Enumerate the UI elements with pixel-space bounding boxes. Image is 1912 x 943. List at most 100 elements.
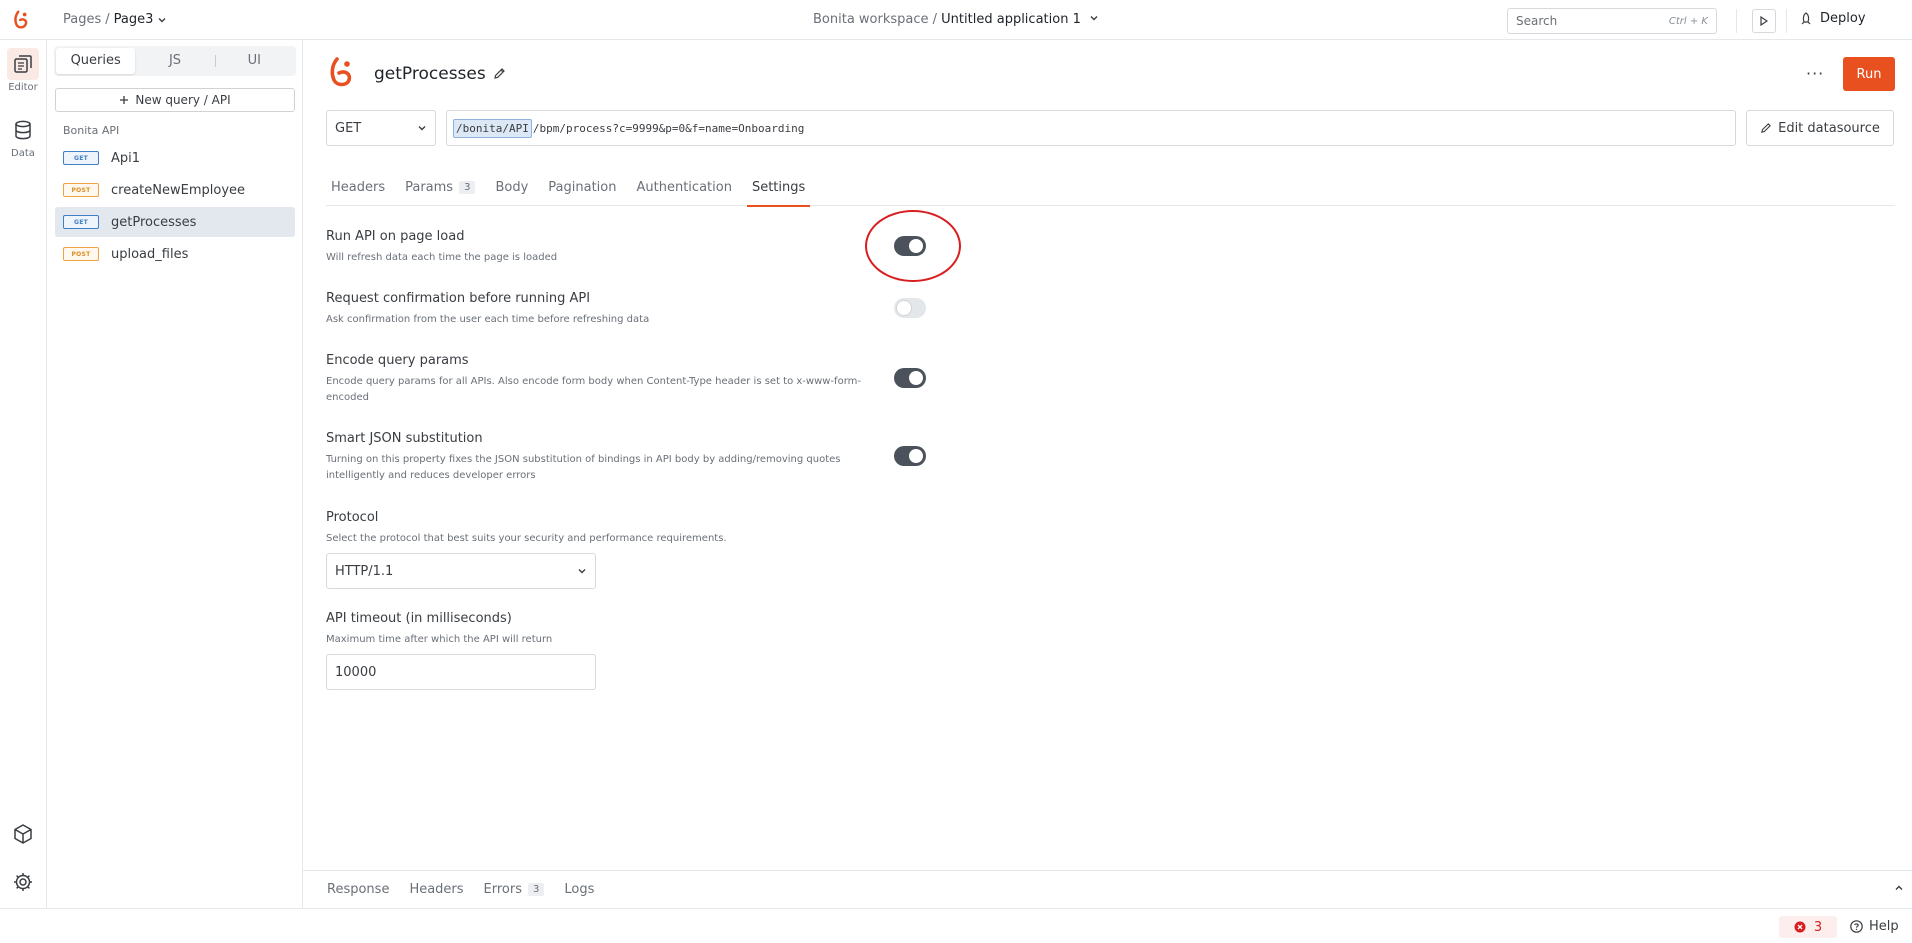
chevron-down-icon <box>418 126 426 131</box>
tab-label: Params <box>405 179 454 195</box>
play-icon <box>1760 16 1768 26</box>
tab-authentication[interactable]: Authentication <box>632 168 737 206</box>
toggle-knob <box>909 239 923 253</box>
run-button[interactable]: Run <box>1843 57 1895 91</box>
workspace-name: Bonita workspace / <box>813 12 938 27</box>
page-name: Page3 <box>113 12 154 27</box>
group-label: Bonita API <box>63 124 120 137</box>
tab-label: Body <box>495 179 529 195</box>
tab-headers[interactable]: Headers <box>326 168 390 206</box>
rail-data[interactable]: Data <box>0 114 46 159</box>
list-item[interactable]: POST upload_files <box>55 239 295 269</box>
app-name: Untitled application 1 <box>941 12 1081 27</box>
setting-smart-json: Smart JSON substitution Turning on this … <box>326 431 886 484</box>
setting-description: Encode query params for all APIs. Also e… <box>326 376 861 403</box>
setting-title: API timeout (in milliseconds) <box>326 611 512 626</box>
top-bar: Pages / Page3 Bonita workspace / Untitle… <box>0 0 1912 40</box>
search-placeholder: Search <box>1516 14 1558 28</box>
tab-ui[interactable]: UI <box>214 48 294 74</box>
setting-title: Smart JSON substitution <box>326 431 483 446</box>
chevron-up-icon[interactable] <box>1894 883 1904 893</box>
count-badge: 3 <box>528 883 545 896</box>
chevron-down-icon <box>578 569 586 574</box>
panel-tabs: Queries JS UI <box>54 46 296 76</box>
rail-settings[interactable] <box>0 866 46 900</box>
setting-confirmation: Request confirmation before running API … <box>326 291 886 328</box>
new-query-button[interactable]: New query / API <box>55 88 295 112</box>
rail-packages[interactable] <box>0 818 46 852</box>
datasource-url: /bonita/API <box>453 118 532 138</box>
toggle-knob <box>909 371 923 385</box>
help-label: Help <box>1869 919 1899 934</box>
url-path: /bpm/process?c=9999&p=0&f=name=Onboardin… <box>532 121 805 135</box>
status-bar: 3 Help <box>0 908 1912 943</box>
tab-response-headers[interactable]: Headers <box>409 882 463 897</box>
tab-body[interactable]: Body <box>490 168 533 206</box>
response-pane-tabs: Response Headers Errors 3 Logs <box>303 870 1912 908</box>
confirmation-toggle[interactable] <box>894 298 926 318</box>
chevron-down-icon <box>158 17 166 22</box>
tab-label: Authentication <box>636 179 732 195</box>
tab-queries[interactable]: Queries <box>56 48 136 74</box>
tab-params[interactable]: Params 3 <box>400 168 480 206</box>
edit-datasource-button[interactable]: Edit datasource <box>1746 110 1894 146</box>
protocol-value: HTTP/1.1 <box>335 563 394 579</box>
error-count: 3 <box>1813 919 1823 935</box>
breadcrumb-root[interactable]: Pages <box>63 12 101 27</box>
setting-protocol: Protocol Select the protocol that best s… <box>326 510 886 547</box>
page-selector[interactable]: Page3 <box>114 12 168 27</box>
timeout-input[interactable]: 10000 <box>326 654 596 690</box>
cube-icon <box>7 818 39 850</box>
setting-title: Encode query params <box>326 353 469 368</box>
tab-response[interactable]: Response <box>327 882 389 897</box>
left-rail: Editor Data <box>0 40 47 908</box>
method-badge: GET <box>63 151 99 165</box>
pencil-icon[interactable] <box>493 67 506 80</box>
toggle-knob <box>897 301 911 315</box>
tab-logs[interactable]: Logs <box>564 882 594 897</box>
url-input[interactable]: /bonita/API /bpm/process?c=9999&p=0&f=na… <box>446 110 1736 146</box>
tab-pagination[interactable]: Pagination <box>543 168 621 206</box>
breadcrumb: Pages / Page3 <box>63 12 167 27</box>
method-badge: GET <box>63 215 99 229</box>
encode-params-toggle[interactable] <box>894 368 926 388</box>
rail-editor[interactable]: Editor <box>0 48 46 93</box>
query-editor: getProcesses ··· Run GET /bonita/API /bp… <box>303 40 1912 908</box>
method-badge: POST <box>63 247 99 261</box>
count-badge: 3 <box>459 180 476 194</box>
gear-icon <box>7 866 39 898</box>
divider <box>1736 9 1737 33</box>
toggle-knob <box>909 449 923 463</box>
database-icon <box>7 114 39 146</box>
divider <box>1786 9 1787 33</box>
tab-js[interactable]: JS <box>135 48 214 74</box>
search-shortcut: Ctrl + K <box>1668 15 1708 27</box>
search-input[interactable]: Search Ctrl + K <box>1507 8 1717 34</box>
chevron-down-icon <box>1090 16 1098 21</box>
breadcrumb-separator: / <box>105 12 110 27</box>
setting-description: Will refresh data each time the page is … <box>326 252 558 263</box>
preview-button[interactable] <box>1752 9 1776 33</box>
tab-label: Response <box>327 882 390 897</box>
list-item[interactable]: POST createNewEmployee <box>55 175 295 205</box>
tab-errors[interactable]: Errors 3 <box>484 882 545 897</box>
run-on-load-toggle[interactable] <box>894 236 926 256</box>
rocket-icon <box>1801 11 1811 24</box>
list-item[interactable]: GET Api1 <box>55 143 295 173</box>
error-count-button[interactable]: 3 <box>1779 916 1837 938</box>
setting-run-on-load: Run API on page load Will refresh data e… <box>326 229 886 266</box>
app-selector[interactable]: Untitled application 1 <box>941 12 1099 27</box>
tab-label: Headers <box>331 179 386 195</box>
setting-timeout: API timeout (in milliseconds) Maximum ti… <box>326 611 886 648</box>
protocol-select[interactable]: HTTP/1.1 <box>326 553 596 589</box>
list-item[interactable]: GET getProcesses <box>55 207 295 237</box>
query-name: upload_files <box>111 246 189 262</box>
method-select[interactable]: GET <box>326 110 436 146</box>
more-options-button[interactable]: ··· <box>1806 64 1824 83</box>
smart-json-toggle[interactable] <box>894 446 926 466</box>
help-button[interactable]: Help <box>1850 919 1899 934</box>
deploy-button[interactable]: Deploy <box>1800 11 1866 26</box>
setting-description: Ask confirmation from the user each time… <box>326 314 650 325</box>
bonita-logo-icon[interactable] <box>10 9 32 31</box>
tab-settings[interactable]: Settings <box>746 168 811 207</box>
